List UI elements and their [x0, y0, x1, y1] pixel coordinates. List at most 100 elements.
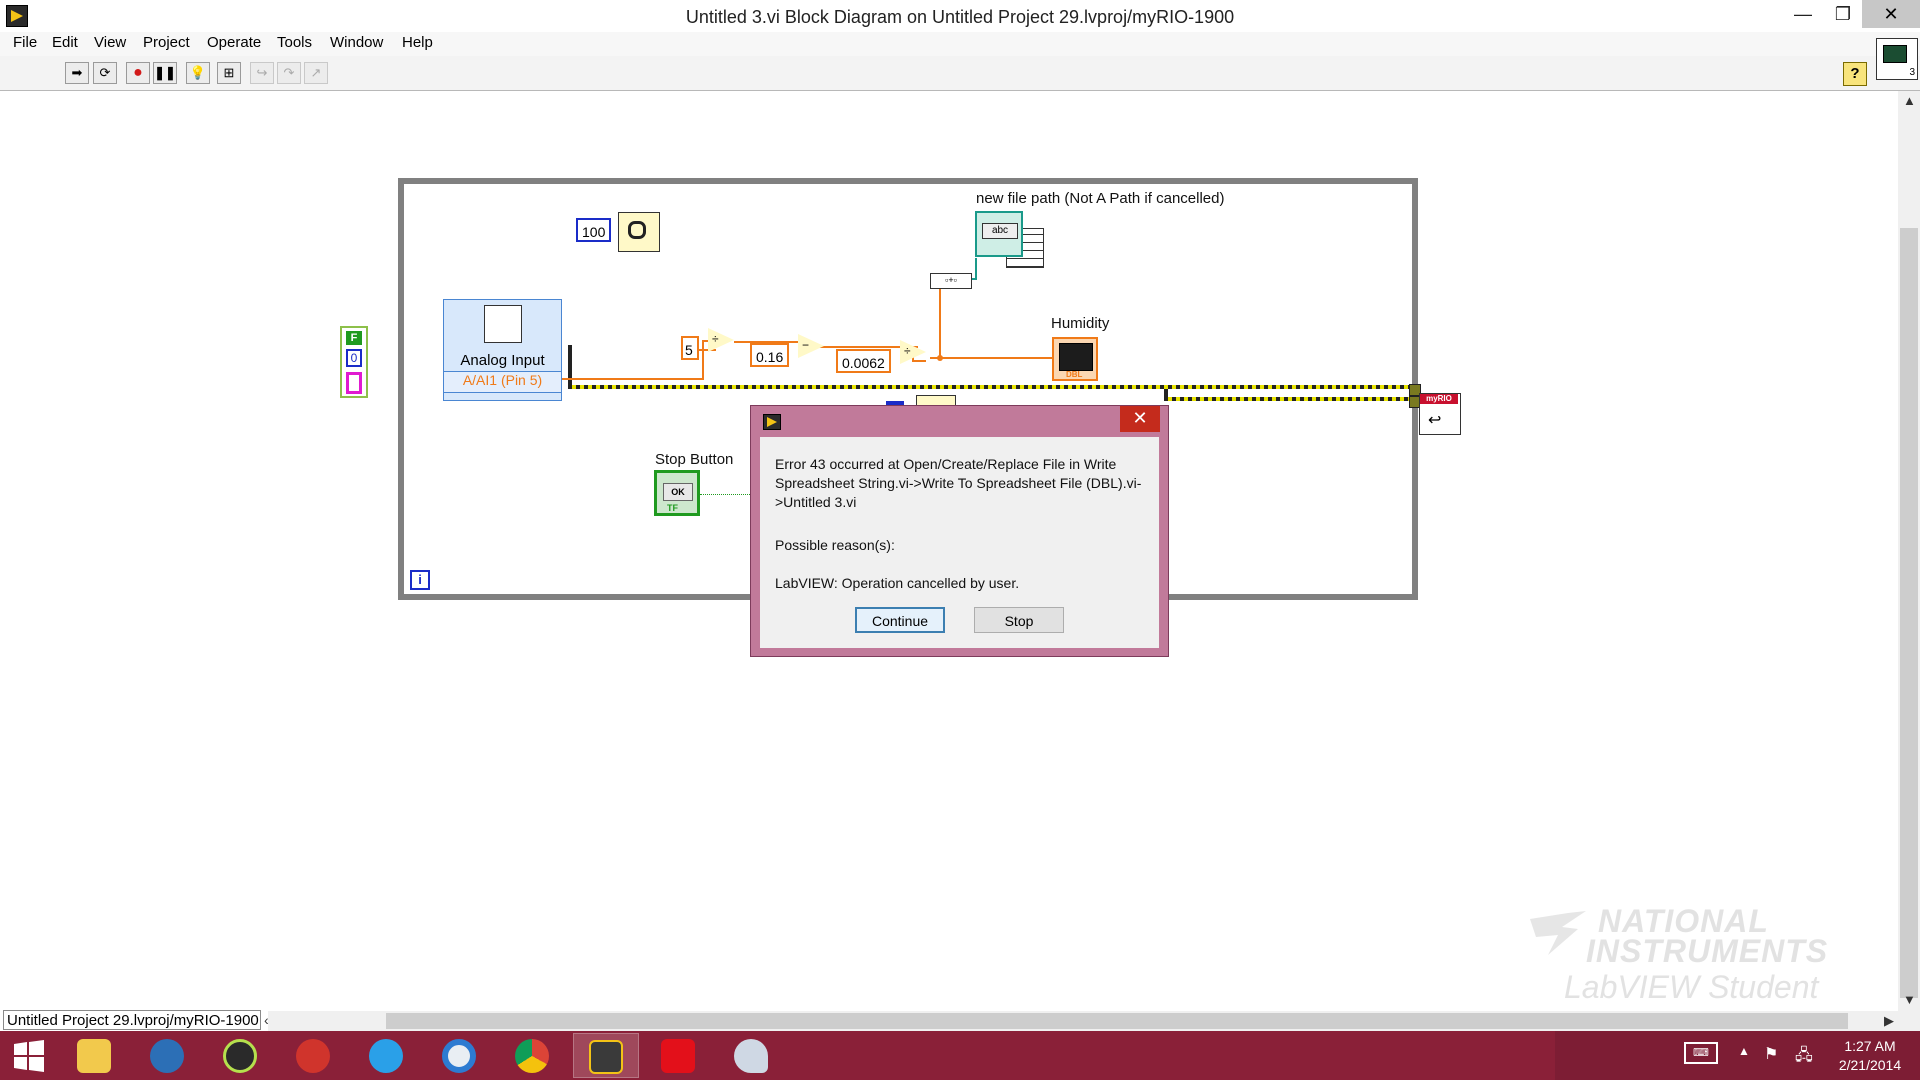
run-button[interactable]: ➡ — [65, 62, 89, 84]
window-title: Untitled 3.vi Block Diagram on Untitled … — [685, 7, 1235, 27]
toolbar: ➡ ⟳ ● ❚❚ 💡 ⊞ ↪ ↷ ↗ — [0, 56, 1920, 91]
folder-icon — [77, 1039, 111, 1073]
vertical-scroll-thumb[interactable] — [1900, 228, 1918, 998]
horizontal-scroll-thumb[interactable] — [386, 1013, 1848, 1029]
numeric-zero-constant[interactable]: 0 — [346, 349, 362, 367]
taskbar-itunes[interactable] — [208, 1033, 274, 1078]
paint-palette-icon — [734, 1039, 768, 1073]
start-button[interactable] — [8, 1033, 54, 1078]
orange-wire-to-humidity[interactable] — [930, 357, 1052, 359]
analog-input-label: Analog Input — [460, 352, 545, 369]
error-wire[interactable] — [568, 385, 1414, 389]
step-into-button[interactable]: ↪ — [250, 62, 274, 84]
stop-button[interactable]: Stop — [974, 607, 1064, 633]
menu-file[interactable]: File — [11, 34, 39, 51]
constant-offset[interactable]: 0.16 — [750, 343, 790, 367]
myrio-wire-joint[interactable] — [1164, 389, 1168, 401]
pause-icon: ❚❚ — [154, 65, 176, 80]
dialog-title-bar[interactable]: ✕ — [751, 406, 1168, 436]
close-button[interactable]: ✕ — [1862, 0, 1920, 28]
stop-button-terminal[interactable]: OK TF — [654, 470, 700, 516]
scroll-up-arrow[interactable]: ▲ — [1903, 93, 1916, 108]
menu-window[interactable]: Window — [328, 34, 385, 51]
show-hidden-icons-arrow[interactable]: ▲ — [1738, 1044, 1750, 1058]
taskbar-disc-app[interactable] — [427, 1033, 493, 1078]
orange-wire-to-bundle[interactable] — [939, 285, 941, 359]
windows-taskbar: ⌨ ▲ ⚑ 🖧 1:27 AM 2/21/2014 — [0, 1031, 1920, 1080]
taskbar-audio-app[interactable] — [281, 1033, 347, 1078]
step-over-button[interactable]: ↷ — [277, 62, 301, 84]
context-help-button[interactable]: ? — [1843, 62, 1867, 86]
teal-wire-riser[interactable] — [975, 258, 977, 280]
constant-cluster[interactable]: F 0 — [340, 326, 368, 398]
taskbar-file-explorer[interactable] — [62, 1033, 128, 1078]
menu-project[interactable]: Project — [141, 34, 192, 51]
clock-icon — [628, 221, 646, 239]
orange-wire-riser[interactable] — [702, 340, 704, 380]
menu-help[interactable]: Help — [400, 34, 435, 51]
ok-button-icon: OK — [663, 483, 693, 501]
file-path-indicator[interactable]: abc — [975, 211, 1023, 257]
taskbar-clock[interactable]: 1:27 AM 2/21/2014 — [1830, 1037, 1910, 1075]
menu-tools[interactable]: Tools — [275, 34, 314, 51]
highlight-execution-button[interactable]: 💡 — [186, 62, 210, 84]
dialog-close-button[interactable]: ✕ — [1120, 406, 1160, 432]
labview-dialog-icon — [763, 414, 781, 430]
constant-scale[interactable]: 0.0062 — [836, 349, 891, 373]
target-context-path[interactable]: Untitled Project 29.lvproj/myRIO-1900 — [3, 1010, 261, 1030]
boolean-false-constant[interactable]: F — [346, 331, 362, 345]
build-array-function[interactable]: ▫+▫ — [930, 273, 972, 289]
analog-input-icon — [484, 305, 522, 343]
myrio-wire[interactable] — [1164, 397, 1414, 401]
run-continuously-button[interactable]: ⟳ — [93, 62, 117, 84]
scroll-right-arrow[interactable]: ▶ — [1884, 1013, 1894, 1029]
disc-icon — [442, 1039, 476, 1073]
run-continuously-icon: ⟳ — [99, 65, 111, 80]
menu-operate[interactable]: Operate — [205, 34, 263, 51]
constant-divisor[interactable]: 5 — [681, 336, 699, 360]
action-center-flag-icon[interactable]: ⚑ — [1764, 1044, 1778, 1064]
chrome-icon — [515, 1039, 549, 1073]
taskbar-chrome[interactable] — [500, 1033, 566, 1078]
humidity-label: Humidity — [1051, 315, 1110, 332]
watermark-line-2: INSTRUMENTS — [1586, 933, 1829, 969]
step-out-button[interactable]: ↗ — [304, 62, 328, 84]
network-icon[interactable]: 🖧 — [1795, 1044, 1813, 1071]
taskbar-internet-explorer[interactable] — [354, 1033, 420, 1078]
abort-icon: ● — [133, 64, 143, 81]
menu-edit[interactable]: Edit — [50, 34, 80, 51]
myrio-badge: myRIO — [1420, 394, 1458, 404]
error-dialog: ✕ Error 43 occurred at Open/Create/Repla… — [750, 405, 1169, 657]
waveform-chart-icon — [1059, 343, 1093, 371]
analog-input-channel[interactable]: A/AI1 (Pin 5) — [444, 371, 561, 393]
humidity-indicator[interactable]: DBL — [1052, 337, 1098, 381]
clock-date: 2/21/2014 — [1838, 1057, 1902, 1073]
abort-button[interactable]: ● — [126, 62, 150, 84]
iteration-terminal[interactable]: i — [410, 570, 430, 590]
taskbar-paint[interactable] — [719, 1033, 785, 1078]
taskbar-adobe-reader[interactable] — [646, 1033, 712, 1078]
pause-button[interactable]: ❚❚ — [153, 62, 177, 84]
subtract-icon: − — [802, 338, 810, 352]
taskbar-media-center[interactable] — [135, 1033, 201, 1078]
string-constant[interactable] — [346, 372, 362, 394]
retain-wire-values-button[interactable]: ⊞ — [217, 62, 241, 84]
taskbar-labview[interactable] — [573, 1033, 639, 1078]
maximize-button[interactable]: ❐ — [1820, 0, 1866, 28]
orange-wire-ai-out[interactable] — [562, 378, 704, 380]
scroll-down-arrow[interactable]: ▼ — [1903, 992, 1916, 1007]
stop-boolean-wire[interactable] — [700, 494, 752, 495]
myrio-reset-vi[interactable]: myRIO ↩ — [1419, 393, 1461, 435]
wait-ms-function[interactable] — [618, 212, 660, 252]
analog-input-express-vi[interactable]: Analog Input A/AI1 (Pin 5) — [443, 299, 562, 401]
dialog-body: Error 43 occurred at Open/Create/Replace… — [760, 437, 1159, 648]
windows-logo-icon — [14, 1040, 44, 1072]
wait-ms-constant[interactable]: 100 — [576, 218, 612, 242]
menu-view[interactable]: View — [92, 34, 128, 51]
vi-icon[interactable]: 3 — [1876, 38, 1918, 80]
touch-keyboard-icon[interactable]: ⌨ — [1684, 1042, 1718, 1064]
continue-button[interactable]: Continue — [855, 607, 945, 633]
reset-arrow-icon: ↩ — [1428, 412, 1442, 429]
error-message: Error 43 occurred at Open/Create/Replace… — [775, 456, 1142, 510]
run-arrow-icon: ➡ — [71, 65, 83, 80]
